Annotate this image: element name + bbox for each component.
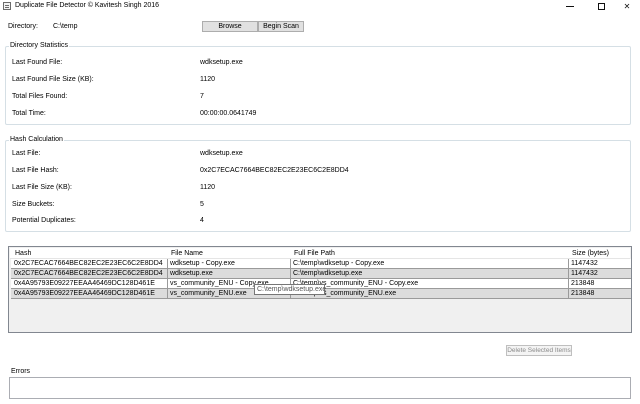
cell-size: 213848 [571, 290, 595, 297]
path-tooltip: C:\temp\wdksetup.exe [254, 284, 326, 295]
last-file-hash-value: 0x2C7ECAC7664BEC82EC2E23EC6C2E8DD4 [200, 167, 349, 174]
column-header-size[interactable]: Size (bytes) [572, 250, 609, 257]
potential-duplicates-value: 4 [200, 217, 204, 224]
total-time-label: Total Time: [12, 110, 46, 117]
last-found-file-size-value: 1120 [200, 76, 216, 83]
group-title: Directory Statistics [9, 42, 69, 49]
cell-size: 1147432 [571, 270, 598, 277]
column-header-hash[interactable]: Hash [15, 250, 31, 257]
errors-label: Errors [11, 368, 31, 375]
cell-hash: 0x2C7ECAC7664BEC82EC2E23EC6C2E8DD4 [14, 260, 163, 267]
close-button[interactable]: ✕ [613, 0, 640, 13]
directory-label: Directory: [8, 23, 38, 30]
maximize-button[interactable] [587, 0, 615, 13]
cell-file-name: wdksetup - Copy.exe [170, 260, 235, 267]
table-row[interactable]: 0x2C7ECAC7664BEC82EC2E23EC6C2E8DD4 wdkse… [11, 259, 631, 269]
browse-button[interactable]: Browse [202, 21, 258, 32]
cell-hash: 0x4A95793E09227EEAA46469DC128D461E [14, 290, 155, 297]
last-found-file-size-label: Last Found File Size (KB): [12, 76, 94, 83]
title-bar: Duplicate File Detector © Kavitesh Singh… [0, 0, 640, 13]
directory-statistics-group: Directory Statistics Last Found File: wd… [5, 42, 631, 125]
last-file-hash-label: Last File Hash: [12, 167, 59, 174]
last-file-value: wdksetup.exe [200, 150, 243, 157]
cell-hash: 0x2C7ECAC7664BEC82EC2E23EC6C2E8DD4 [14, 270, 163, 277]
group-title: Hash Calculation [9, 136, 64, 143]
begin-scan-button[interactable]: Begin Scan [258, 21, 304, 32]
close-icon: ✕ [623, 2, 631, 11]
errors-field[interactable] [9, 377, 631, 399]
maximize-icon [597, 3, 605, 10]
size-buckets-value: 5 [200, 201, 204, 208]
last-found-file-value: wdksetup.exe [200, 59, 243, 66]
last-file-size-value: 1120 [200, 184, 216, 191]
total-files-found-value: 7 [200, 93, 204, 100]
total-time-value: 00:00:00.0641749 [200, 110, 257, 117]
column-header-full-file-path[interactable]: Full File Path [294, 250, 335, 257]
column-header-file-name[interactable]: File Name [171, 250, 203, 257]
table-row[interactable]: 0x2C7ECAC7664BEC82EC2E23EC6C2E8DD4 wdkse… [11, 269, 631, 279]
minimize-button[interactable] [556, 0, 584, 13]
last-found-file-label: Last Found File: [12, 59, 63, 66]
size-buckets-label: Size Buckets: [12, 201, 55, 208]
cell-size: 213848 [571, 280, 595, 287]
window-title: Duplicate File Detector © Kavitesh Singh… [15, 2, 160, 9]
cell-file-name: wdksetup.exe [170, 270, 213, 277]
directory-value: C:\temp [53, 23, 78, 30]
app-icon [3, 2, 11, 10]
delete-selected-items-button[interactable]: Delete Selected Items [506, 345, 572, 356]
cell-size: 1147432 [571, 260, 598, 267]
total-files-found-label: Total Files Found: [12, 93, 68, 100]
cell-hash: 0x4A95793E09227EEAA46469DC128D461E [14, 280, 155, 287]
cell-full-path: C:\temp\wdksetup.exe [293, 270, 363, 277]
grid-header: Hash File Name Full File Path Size (byte… [10, 248, 630, 259]
last-file-label: Last File: [12, 150, 41, 157]
last-file-size-label: Last File Size (KB): [12, 184, 72, 191]
cell-file-name: vs_community_ENU.exe [170, 290, 247, 297]
cell-full-path: C:\temp\wdksetup - Copy.exe [293, 260, 385, 267]
hash-calculation-group: Hash Calculation Last File: wdksetup.exe… [5, 136, 631, 232]
potential-duplicates-label: Potential Duplicates: [12, 217, 76, 224]
minimize-icon [566, 6, 574, 7]
